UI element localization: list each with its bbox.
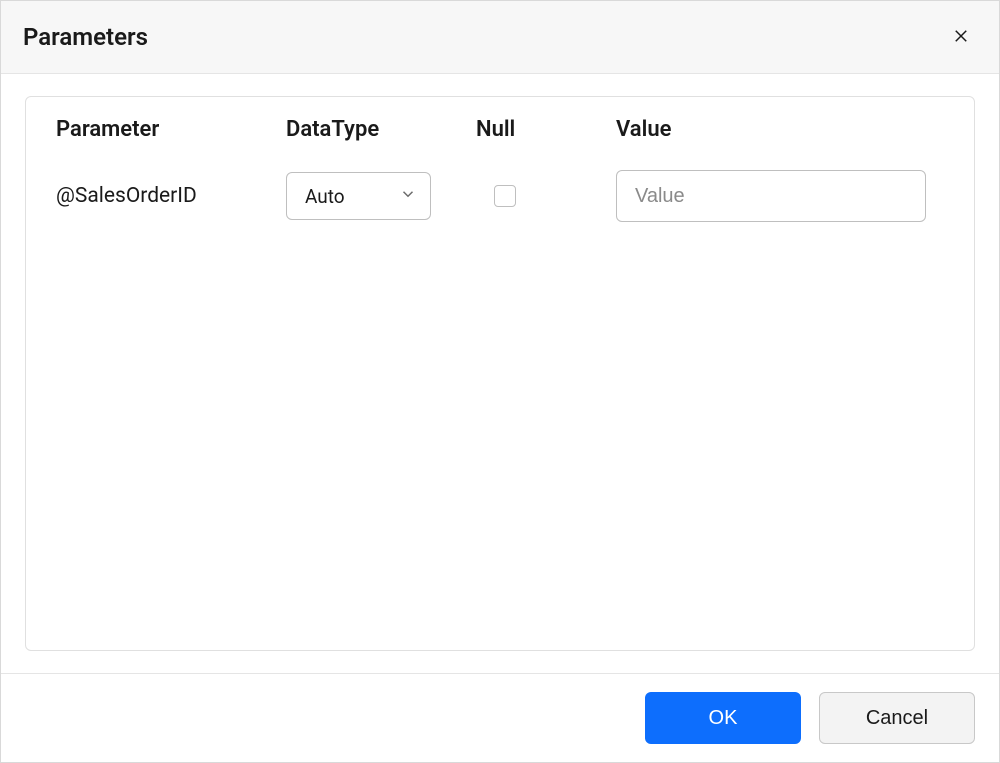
dialog-header: Parameters (1, 1, 999, 74)
datatype-cell: Auto (286, 172, 476, 220)
value-input[interactable] (616, 170, 926, 222)
column-header-parameter: Parameter (56, 117, 286, 142)
cancel-button[interactable]: Cancel (819, 692, 975, 744)
close-button[interactable] (945, 21, 977, 53)
datatype-select-value: Auto (305, 185, 345, 208)
close-icon (952, 27, 970, 48)
column-header-null: Null (476, 117, 616, 142)
column-header-value: Value (616, 117, 944, 142)
dialog-footer: OK Cancel (1, 673, 999, 762)
value-cell (616, 170, 944, 222)
column-header-datatype: DataType (286, 117, 476, 142)
null-checkbox[interactable] (494, 185, 516, 207)
dialog-title: Parameters (23, 23, 148, 51)
parameter-row: @SalesOrderID Auto (56, 170, 944, 222)
grid-header: Parameter DataType Null Value (56, 117, 944, 142)
parameter-name: @SalesOrderID (56, 184, 286, 208)
ok-button[interactable]: OK (645, 692, 801, 744)
parameters-panel: Parameter DataType Null Value @SalesOrde… (25, 96, 975, 651)
parameters-dialog: Parameters Parameter DataType Null Value… (0, 0, 1000, 763)
dialog-body: Parameter DataType Null Value @SalesOrde… (1, 74, 999, 673)
datatype-select-wrap: Auto (286, 172, 431, 220)
null-cell (476, 185, 616, 207)
datatype-select[interactable]: Auto (286, 172, 431, 220)
